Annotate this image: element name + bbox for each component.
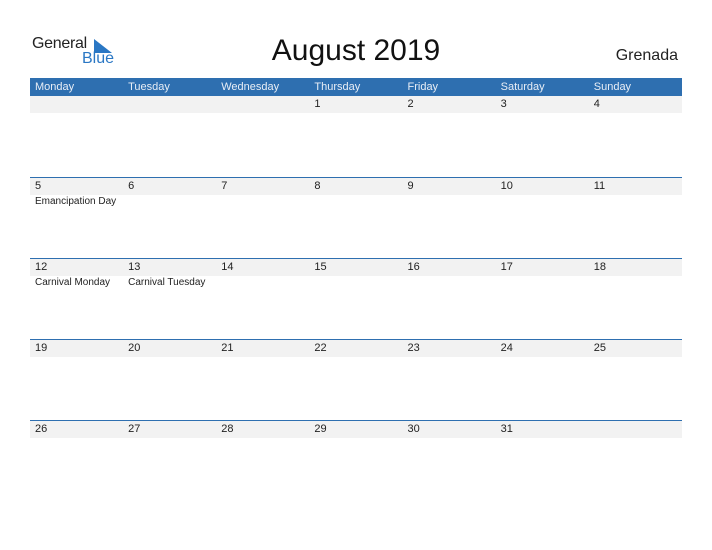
day-cell: 15 [309, 259, 403, 339]
day-number: 31 [495, 421, 589, 438]
day-cell: 16 [402, 259, 496, 339]
day-cell: 17 [495, 259, 589, 339]
day-number: 23 [402, 340, 496, 357]
weekday-tuesday: Tuesday [128, 81, 170, 93]
day-cell: 29 [309, 421, 403, 501]
day-cell: 10 [495, 178, 589, 258]
day-cell: 22 [309, 340, 403, 420]
day-cell: 21 [216, 340, 310, 420]
day-number: 21 [216, 340, 310, 357]
day-number: 24 [495, 340, 589, 357]
day-number: 28 [216, 421, 310, 438]
day-cell: 31 [495, 421, 589, 501]
day-cell: 19 [30, 340, 124, 420]
day-cell: 13 Carnival Tuesday [123, 259, 217, 339]
day-number: 8 [309, 178, 403, 195]
weekday-monday: Monday [35, 81, 75, 93]
day-number: 4 [588, 96, 682, 113]
calendar-title: August 2019 [271, 34, 441, 67]
day-cell: 11 [588, 178, 682, 258]
day-cell: 26 [30, 421, 124, 501]
week-row: 26 27 28 29 30 31 [30, 420, 682, 501]
day-cell [588, 421, 682, 501]
day-number: 9 [402, 178, 496, 195]
day-number: 18 [588, 259, 682, 276]
weekday-wednesday: Wednesday [221, 81, 280, 93]
day-cell [123, 96, 217, 177]
holiday-label: Carnival Tuesday [128, 277, 206, 288]
day-number: 14 [216, 259, 310, 276]
day-cell: 27 [123, 421, 217, 501]
weekday-sunday: Sunday [593, 81, 632, 93]
day-number: 16 [402, 259, 496, 276]
day-cell: 4 [588, 96, 682, 177]
day-number: 25 [588, 340, 682, 357]
day-number: 6 [123, 178, 217, 195]
day-number [123, 96, 217, 113]
day-cell: 28 [216, 421, 310, 501]
day-number [30, 96, 124, 113]
day-cell: 23 [402, 340, 496, 420]
day-cell [30, 96, 124, 177]
holiday-label: Carnival Monday [35, 277, 111, 288]
day-cell: 5 Emancipation Day [30, 178, 124, 258]
day-number: 13 [123, 259, 217, 276]
day-number: 11 [588, 178, 682, 195]
day-cell: 2 [402, 96, 496, 177]
week-row: 1234 [30, 96, 682, 177]
day-cell: 7 [216, 178, 310, 258]
day-cell: 14 [216, 259, 310, 339]
weekday-thursday: Thursday [314, 81, 361, 93]
day-cell: 24 [495, 340, 589, 420]
day-cell [216, 96, 310, 177]
day-number: 17 [495, 259, 589, 276]
day-number: 2 [402, 96, 496, 113]
week-row: 19 20 21 22 23 24 25 [30, 339, 682, 420]
weekday-friday: Friday [407, 81, 439, 93]
day-number: 27 [123, 421, 217, 438]
day-cell: 20 [123, 340, 217, 420]
day-number [216, 96, 310, 113]
day-cell: 12 Carnival Monday [30, 259, 124, 339]
day-cell: 1 [309, 96, 403, 177]
day-number: 10 [495, 178, 589, 195]
day-number: 26 [30, 421, 124, 438]
calendar-grid: Monday Tuesday Wednesday Thursday Friday Satu… [30, 78, 682, 501]
day-number: 5 [30, 178, 124, 195]
day-number: 22 [309, 340, 403, 357]
day-number: 19 [30, 340, 124, 357]
country-label: Grenada [615, 47, 678, 64]
day-number: 12 [30, 259, 124, 276]
day-number: 29 [309, 421, 403, 438]
day-cell: 3 [495, 96, 589, 177]
week-row: 12 Carnival Monday 13 Carnival Tuesday 14 15 1… [30, 258, 682, 339]
weekday-saturday: Saturday [500, 81, 545, 93]
day-number: 20 [123, 340, 217, 357]
day-cell: 25 [588, 340, 682, 420]
day-cell: 6 [123, 178, 217, 258]
week-row: 5 Emancipation Day 6 7 8 9 10 11 [30, 177, 682, 258]
day-cell: 8 [309, 178, 403, 258]
day-cell: 18 [588, 259, 682, 339]
day-number: 30 [402, 421, 496, 438]
holiday-label: Emancipation Day [35, 196, 117, 207]
day-number: 7 [216, 178, 310, 195]
day-cell: 30 [402, 421, 496, 501]
day-number: 15 [309, 259, 403, 276]
day-number [588, 421, 682, 438]
day-number: 3 [495, 96, 589, 113]
day-cell: 9 [402, 178, 496, 258]
weekday-header: Monday Tuesday Wednesday Thursday Friday Satu… [30, 78, 682, 96]
day-number: 1 [309, 96, 403, 113]
